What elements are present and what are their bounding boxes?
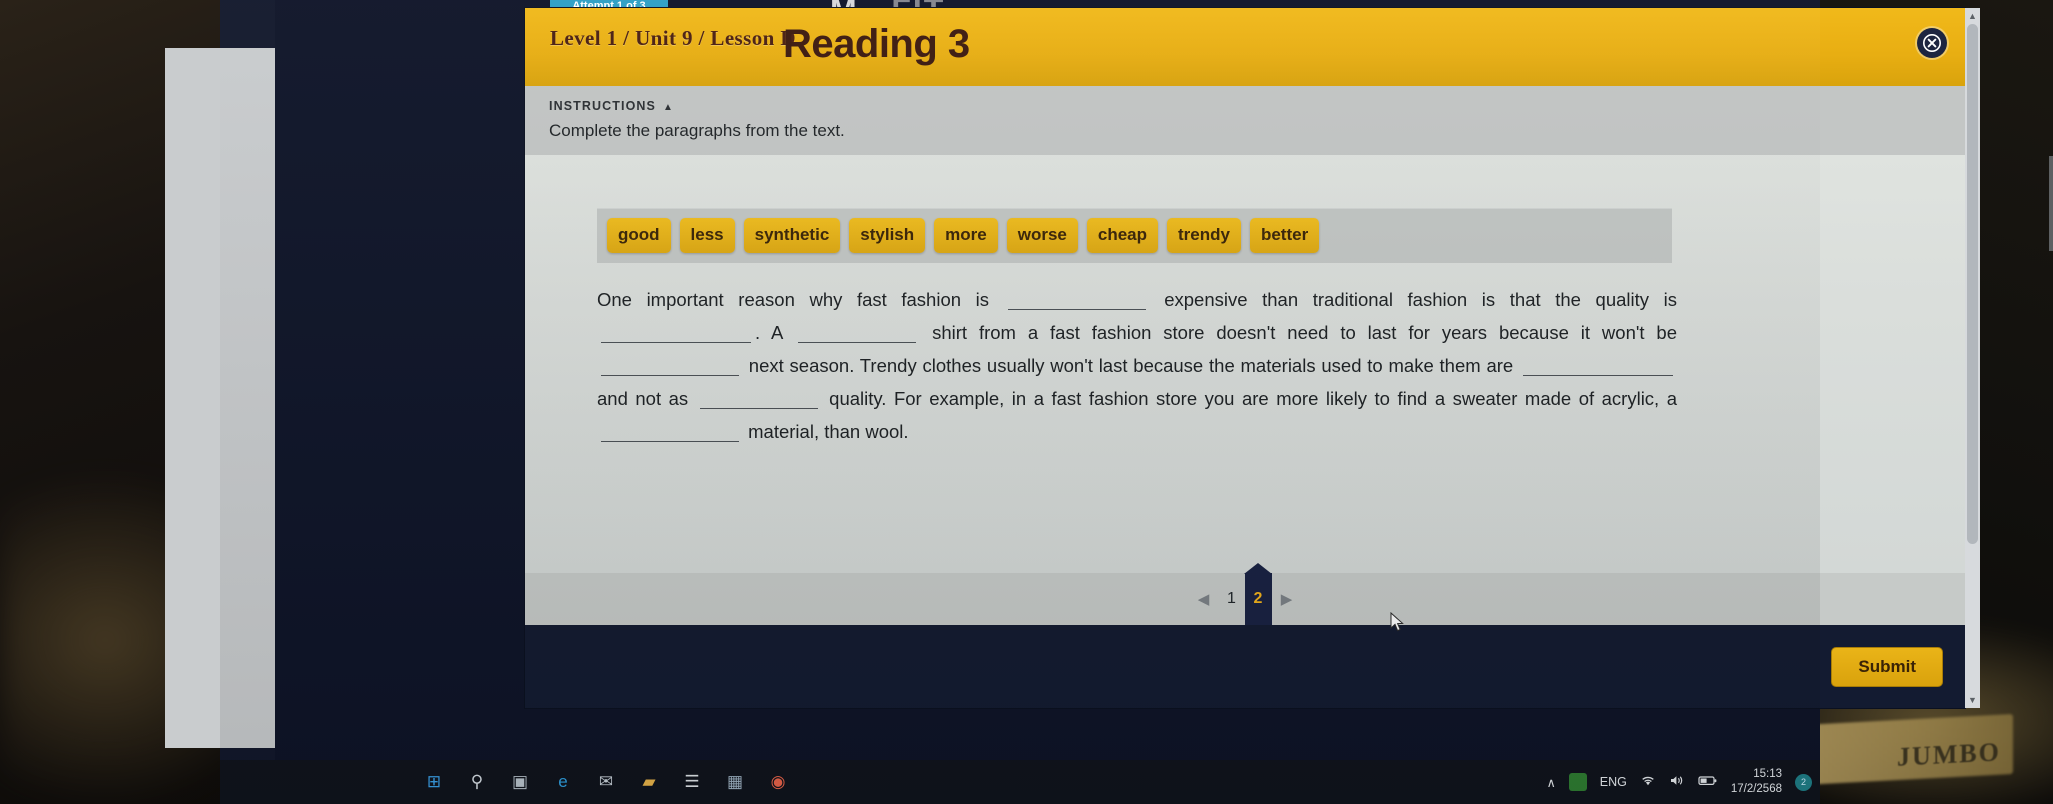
battery-icon[interactable] (1698, 774, 1718, 790)
scrollbar-thumb[interactable] (1967, 24, 1978, 544)
word-bank: good less synthetic stylish more worse cheap tr… (597, 208, 1672, 263)
answer-blank[interactable] (601, 356, 739, 376)
chrome-icon[interactable]: ◉ (766, 770, 790, 794)
store-icon[interactable]: ▦ (723, 770, 747, 794)
scroll-up-icon[interactable]: ▲ (1965, 8, 1980, 24)
paragraph-text: shirt from a fast fashion store doesn't … (920, 322, 1677, 343)
screenshot-root: JUMBO M...FIT ..... Attempt 1 of 3 Level… (0, 0, 2053, 804)
scroll-down-icon[interactable]: ▼ (1965, 692, 1980, 708)
answer-blank[interactable] (1007, 290, 1146, 310)
word-chip[interactable]: worse (1006, 218, 1078, 253)
word-chip[interactable]: stylish (849, 218, 926, 253)
taskbar-time: 15:13 (1753, 768, 1782, 780)
notification-badge[interactable]: 2 (1795, 773, 1812, 791)
taskbar-date: 17/2/2568 (1730, 783, 1782, 795)
tray-app-icon[interactable] (1568, 773, 1587, 791)
taskbar-clock[interactable]: 15:13 17/2/2568 (1731, 767, 1782, 797)
instructions-text: Complete the paragraphs from the text. (549, 121, 845, 140)
paragraph-text: material, than wool. (743, 421, 909, 442)
answer-blank[interactable] (1523, 356, 1673, 376)
edge-icon[interactable]: e (551, 770, 575, 794)
undo-icon[interactable]: ↺ (2049, 156, 2053, 188)
exercise-paper: good less synthetic stylish more worse cheap tr… (525, 155, 1965, 573)
word-chip[interactable]: more (934, 218, 998, 253)
pagination-prev-icon[interactable]: ◀ (1189, 590, 1219, 608)
paragraph-text: next season. Trendy clothes usually won'… (743, 355, 1519, 376)
taskbar-app-icons: ⊞ ⚲ ▣ e ✉ ▰ ☰ ▦ ◉ (22, 770, 790, 794)
task-view-icon[interactable]: ▣ (508, 770, 532, 794)
file-explorer-icon[interactable]: ▰ (637, 770, 661, 794)
pagination-page-1[interactable]: 1 (1219, 590, 1245, 608)
page-title: Reading 3 (783, 22, 970, 66)
close-icon (1923, 34, 1941, 52)
app-footer: Submit (525, 625, 1965, 708)
mail-icon[interactable]: ✉ (594, 770, 618, 794)
instructions-toggle[interactable]: INSTRUCTIONS ▲ (549, 99, 674, 113)
collapse-caret-icon: ▲ (662, 102, 674, 113)
pagination: ◀ 1 2 ▶ (525, 573, 1965, 625)
answer-blank[interactable] (601, 323, 751, 343)
pagination-next-icon[interactable]: ▶ (1272, 590, 1302, 608)
rewind-icon[interactable]: ◀ (2049, 219, 2053, 251)
answer-blank[interactable] (699, 389, 818, 409)
windows-taskbar: ⊞ ⚲ ▣ e ✉ ▰ ☰ ▦ ◉ ∧ ENG 15:13 17/2/2568 2 (220, 760, 1820, 804)
app-header: Level 1 / Unit 9 / Lesson D Reading 3 (525, 8, 1965, 86)
taskbar-system-tray: ∧ ENG 15:13 17/2/2568 2 (1547, 767, 1812, 797)
instructions-label: INSTRUCTIONS (549, 99, 656, 113)
word-chip[interactable]: better (1249, 218, 1320, 253)
tray-chevron-icon[interactable]: ∧ (1547, 775, 1556, 790)
answer-blank[interactable] (798, 323, 917, 343)
monitor-screen: M...FIT ..... Attempt 1 of 3 Level 1 / U… (165, 0, 2053, 804)
paragraph-text: quality. For example, in a fast fashion … (821, 388, 1678, 409)
word-chip[interactable]: good (607, 218, 671, 253)
search-icon[interactable]: ⚲ (465, 770, 489, 794)
play-icon[interactable]: ▶ (2049, 188, 2053, 220)
media-tool-strip: ↺▶◀ (2049, 156, 2053, 251)
lesson-app-window: Level 1 / Unit 9 / Lesson D Reading 3 IN… (525, 8, 2053, 708)
submit-button[interactable]: Submit (1831, 647, 1943, 687)
word-chip[interactable]: cheap (1086, 218, 1158, 253)
wifi-icon[interactable] (1640, 774, 1656, 790)
pagination-page-2[interactable]: 2 (1244, 573, 1272, 625)
close-button[interactable] (1917, 28, 1947, 58)
desktop-left-panel (165, 48, 275, 748)
word-chip[interactable]: synthetic (743, 218, 841, 253)
word-chip[interactable]: trendy (1167, 218, 1241, 253)
paragraph-text: expensive than traditional fashion is th… (1149, 289, 1677, 310)
paragraph-text: and not as (597, 388, 696, 409)
background-sign-text: JUMBO (1897, 737, 2001, 772)
mouse-cursor (1390, 612, 1404, 632)
breadcrumb: Level 1 / Unit 9 / Lesson D (550, 26, 796, 50)
language-indicator[interactable]: ENG (1600, 775, 1627, 789)
answer-blank[interactable] (601, 422, 739, 442)
instructions-panel: INSTRUCTIONS ▲ Complete the paragraphs fr… (525, 86, 1965, 155)
vertical-scrollbar[interactable]: ▲ ▼ (1965, 8, 1980, 708)
word-chip[interactable]: less (679, 218, 735, 253)
start-button[interactable]: ⊞ (422, 770, 446, 794)
volume-icon[interactable] (1669, 774, 1685, 790)
paragraph-text: One important reason why fast fashion is (597, 289, 1004, 310)
notes-icon[interactable]: ☰ (680, 770, 704, 794)
exercise-body: good less synthetic stylish more worse cheap tr… (525, 155, 1965, 625)
cloze-paragraph: One important reason why fast fashion is… (597, 283, 1677, 448)
paragraph-text: . A (755, 322, 795, 343)
